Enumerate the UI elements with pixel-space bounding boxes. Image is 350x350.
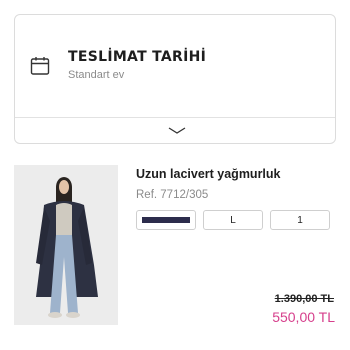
delivery-card: TESLİMAT TARİHİ Standart ev (14, 14, 336, 144)
size-selector[interactable]: L (203, 210, 263, 230)
calendar-icon (30, 57, 50, 75)
quantity-selector[interactable]: 1 (270, 210, 330, 230)
sale-price: 550,00 TL (272, 309, 335, 325)
delivery-title: TESLİMAT TARİHİ (68, 49, 207, 65)
color-selector[interactable] (136, 210, 196, 230)
product-ref: Ref. 7712/305 (136, 189, 209, 201)
chevron-down-icon[interactable] (167, 125, 187, 137)
product-name[interactable]: Uzun lacivert yağmurluk (136, 167, 281, 181)
product-image[interactable] (14, 165, 118, 325)
delivery-date-header[interactable]: TESLİMAT TARİHİ Standart ev (15, 15, 335, 117)
delivery-method: Standart ev (68, 69, 125, 81)
original-price: 1.390,00 TL (274, 293, 334, 305)
model-photo (14, 165, 118, 325)
color-swatch (142, 217, 190, 223)
divider (15, 117, 335, 118)
